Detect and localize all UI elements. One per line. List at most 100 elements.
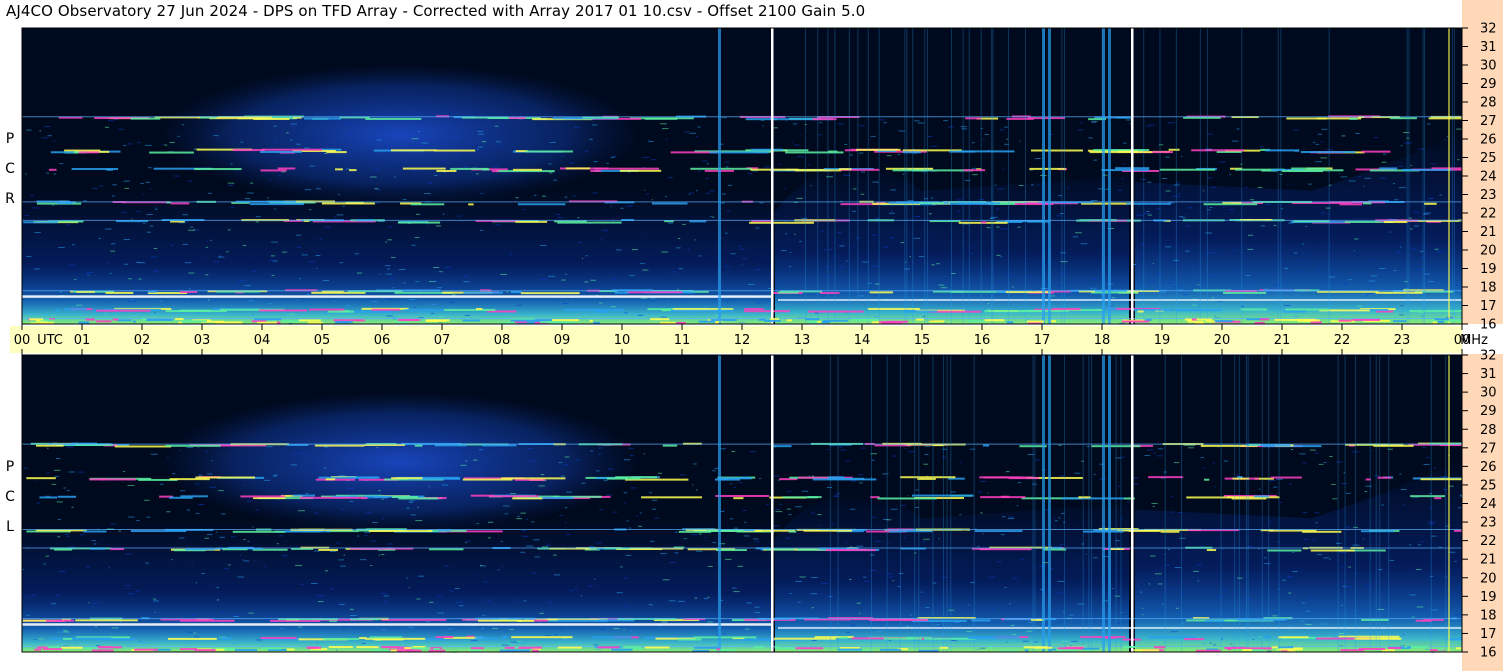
rcp-vertical-faint [1451,28,1453,324]
rcp-noise-speck [971,142,975,144]
lcp-band-segment [434,444,467,447]
rcp-noise-speck [1286,183,1289,185]
rcp-noise-speck [33,268,40,270]
rcp-noise-speck [1211,252,1218,254]
rcp-noise-speck [255,221,259,223]
rcp-noise-speck [1385,295,1387,297]
rcp-noise-speck [431,312,435,314]
rcp-noise-speck [785,233,788,235]
lcp-freq-tick-label: 17 [1480,627,1497,642]
rcp-noise-speck [387,239,392,241]
lcp-noise-speck [560,628,563,630]
lcp-noise-speck [731,587,737,589]
rcp-noise-speck [270,255,275,257]
lcp-noise-speck [381,629,386,631]
lcp-band-segment [26,477,56,480]
rcp-noise-speck [928,213,932,215]
rcp-noise-speck [497,145,503,147]
rcp-noise-speck [590,279,597,281]
rcp-noise-speck [1207,133,1213,135]
lcp-noise-speck [1336,461,1343,463]
rcp-noise-speck [794,233,796,235]
rcp-noise-speck [131,218,133,220]
lcp-noise-speck [574,588,578,590]
lcp-floor-segment [37,646,48,649]
lcp-noise-speck [1431,535,1437,537]
lcp-noise-speck [53,469,61,471]
rcp-band-segment [812,118,837,121]
lcp-noise-speck [1150,555,1156,557]
rcp-noise-speck [286,132,289,134]
rcp-noise-speck [561,155,564,157]
lcp-noise-speck [95,626,98,628]
lcp-band-segment [983,444,990,447]
rcp-noise-speck [1117,189,1123,191]
rcp-noise-speck [1147,181,1152,183]
rcp-band-segment [434,149,476,152]
lcp-data-gap [771,355,774,652]
rcp-noise-speck [1327,243,1329,245]
rcp-noise-speck [104,126,110,128]
rcp-floor-segment [398,318,420,321]
rcp-noise-speck [145,181,151,183]
rcp-band-segment [179,290,198,293]
lcp-noise-speck [1156,455,1164,457]
rcp-noise-speck [1026,319,1029,321]
rcp-noise-speck [1396,251,1401,253]
rcp-noise-speck [1161,177,1168,179]
rcp-noise-speck [429,281,437,283]
lcp-noise-speck [1221,590,1227,592]
rcp-floor-segment [1006,321,1014,324]
rcp-noise-speck [725,166,729,168]
rcp-noise-speck [273,142,278,144]
lcp-band-segment [57,495,77,498]
lcp-noise-speck [487,537,491,539]
lcp-noise-speck [187,642,190,644]
lcp-noise-speck [584,640,586,642]
rcp-noise-speck [392,286,395,288]
lcp-noise-speck [1022,640,1029,642]
rcp-noise-speck [1320,157,1328,159]
rcp-noise-speck [281,171,286,173]
rcp-noise-speck [154,271,156,273]
rcp-noise-speck [825,176,833,178]
lcp-floor-segment [989,646,993,649]
rcp-noise-speck [1417,148,1425,150]
rcp-noise-speck [189,226,194,228]
rcp-noise-speck [143,223,146,225]
rcp-noise-speck [548,163,552,165]
rcp-noise-speck [107,120,114,122]
rcp-noise-speck [385,265,391,267]
lcp-noise-speck [603,479,608,481]
lcp-noise-speck [254,560,256,562]
time-tick-label: 09 [554,333,571,348]
rcp-noise-speck [798,317,805,319]
lcp-strong-line [22,623,772,626]
rcp-noise-speck [1327,212,1329,214]
lcp-noise-speck [1157,608,1163,610]
rcp-noise-speck [1182,217,1186,219]
rcp-band-segment [1029,167,1066,170]
rcp-noise-speck [1253,279,1257,281]
rcp-noise-speck [1254,301,1258,303]
lcp-noise-speck [458,491,460,493]
rcp-noise-speck [1293,129,1300,131]
lcp-noise-speck [808,475,810,477]
lcp-noise-speck [599,508,603,510]
lcp-noise-speck [826,448,830,450]
rcp-floor-segment [1191,318,1197,321]
lcp-noise-speck [887,573,893,575]
lcp-band-segment [1270,476,1302,479]
rcp-band-segment [520,292,580,295]
lcp-noise-speck [86,566,90,568]
lcp-noise-speck [324,446,329,448]
lcp-noise-speck [234,614,240,616]
rcp-noise-speck [688,192,694,194]
rcp-noise-speck [1123,142,1127,144]
rcp-noise-speck [844,144,848,146]
lcp-noise-speck [325,449,333,451]
rcp-noise-speck [217,256,225,258]
lcp-noise-speck [811,512,815,514]
lcp-noise-speck [77,557,79,559]
lcp-noise-speck [30,594,36,596]
